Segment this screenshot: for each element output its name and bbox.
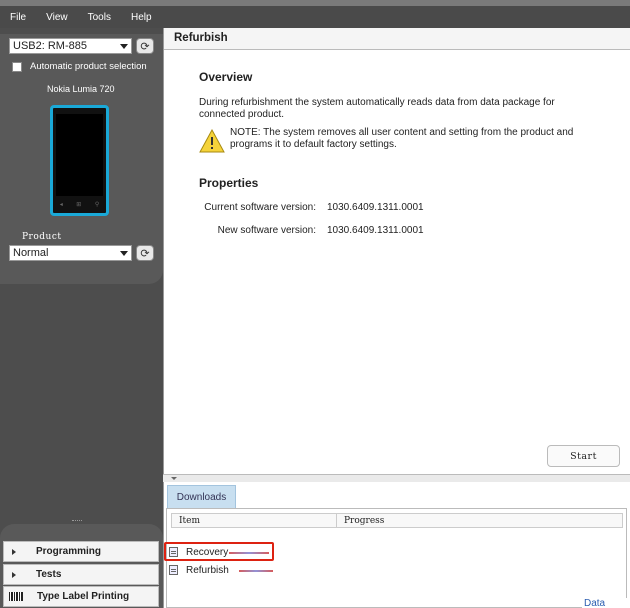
nav-tests[interactable]: Tests	[3, 564, 159, 585]
expand-arrow-icon	[12, 571, 16, 578]
annotation-scribble	[229, 552, 269, 554]
downloads-panel: Downloads Item Progress Recovery Refurbi…	[163, 482, 630, 608]
menu-help[interactable]: Help	[131, 12, 152, 23]
refresh-connection-button[interactable]: ⟳	[136, 38, 154, 54]
chevron-down-icon	[120, 250, 128, 256]
warning-icon	[199, 129, 225, 153]
menu-tools[interactable]: Tools	[88, 12, 111, 23]
current-sw-value: 1030.6409.1311.0001	[327, 202, 424, 213]
current-sw-label: Current software version:	[204, 202, 316, 213]
auto-select-checkbox[interactable]	[12, 62, 22, 72]
downloads-header: Item Progress	[171, 513, 623, 528]
auto-select-label: Automatic product selection	[30, 61, 147, 72]
menu-file[interactable]: File	[10, 12, 26, 23]
overview-text-2: connected product.	[199, 109, 285, 120]
device-screen	[56, 114, 103, 196]
tab-downloads[interactable]: Downloads	[167, 485, 236, 509]
note-text-1: NOTE: The system removes all user conten…	[230, 127, 574, 138]
panel-grip[interactable]	[72, 520, 82, 522]
start-button[interactable]: Start	[547, 445, 620, 467]
device-image: ◂ ⊞ ⚲	[50, 105, 109, 216]
panel-splitter[interactable]	[163, 474, 630, 482]
product-label: Product	[22, 232, 62, 242]
refresh-icon: ⟳	[140, 40, 150, 53]
download-item-name: Refurbish	[186, 564, 229, 576]
overview-text-1: During refurbishment the system automati…	[199, 97, 555, 108]
connection-select-value: USB2: RM-885	[13, 40, 87, 52]
col-progress[interactable]: Progress	[344, 516, 384, 526]
new-sw-value: 1030.6409.1311.0001	[327, 225, 424, 236]
nav-type-label-printing-label: Type Label Printing	[37, 591, 130, 602]
device-panel: USB2: RM-885 ⟳ Automatic product selecti…	[0, 34, 163, 284]
device-name: Nokia Lumia 720	[47, 84, 115, 94]
collapse-arrow-icon[interactable]	[171, 477, 177, 480]
barcode-icon	[9, 592, 23, 601]
page-title: Refurbish	[164, 28, 630, 50]
device-keys: ◂ ⊞ ⚲	[59, 202, 100, 208]
column-divider[interactable]	[336, 514, 337, 527]
refresh-icon: ⟳	[140, 247, 150, 260]
note-text-2: programs it to default factory settings.	[230, 139, 397, 150]
new-sw-label: New software version:	[217, 225, 316, 236]
refresh-product-button[interactable]: ⟳	[136, 245, 154, 261]
properties-heading: Properties	[199, 176, 259, 190]
nav-panel: Programming Tests Type Label Printing	[0, 524, 163, 608]
downloads-list: Item Progress Recovery Refurbish	[164, 508, 627, 608]
nav-programming[interactable]: Programming	[3, 541, 159, 562]
nav-programming-label: Programming	[36, 546, 102, 557]
expand-arrow-icon	[12, 548, 16, 555]
product-select[interactable]: Normal	[9, 245, 132, 261]
data-package-link[interactable]: Data pack	[582, 598, 630, 608]
menu-bar: File View Tools Help	[0, 6, 630, 28]
connection-select[interactable]: USB2: RM-885	[9, 38, 132, 54]
sidebar: USB2: RM-885 ⟳ Automatic product selecti…	[0, 28, 163, 608]
file-icon	[169, 565, 178, 575]
col-item[interactable]: Item	[179, 516, 200, 526]
nav-type-label-printing[interactable]: Type Label Printing	[3, 586, 159, 607]
main-panel: Refurbish Overview During refurbishment …	[163, 28, 630, 474]
overview-heading: Overview	[199, 70, 253, 84]
menu-view[interactable]: View	[46, 12, 68, 23]
annotation-scribble	[239, 570, 273, 572]
product-select-value: Normal	[13, 247, 49, 259]
chevron-down-icon	[120, 43, 128, 49]
nav-tests-label: Tests	[36, 569, 62, 580]
